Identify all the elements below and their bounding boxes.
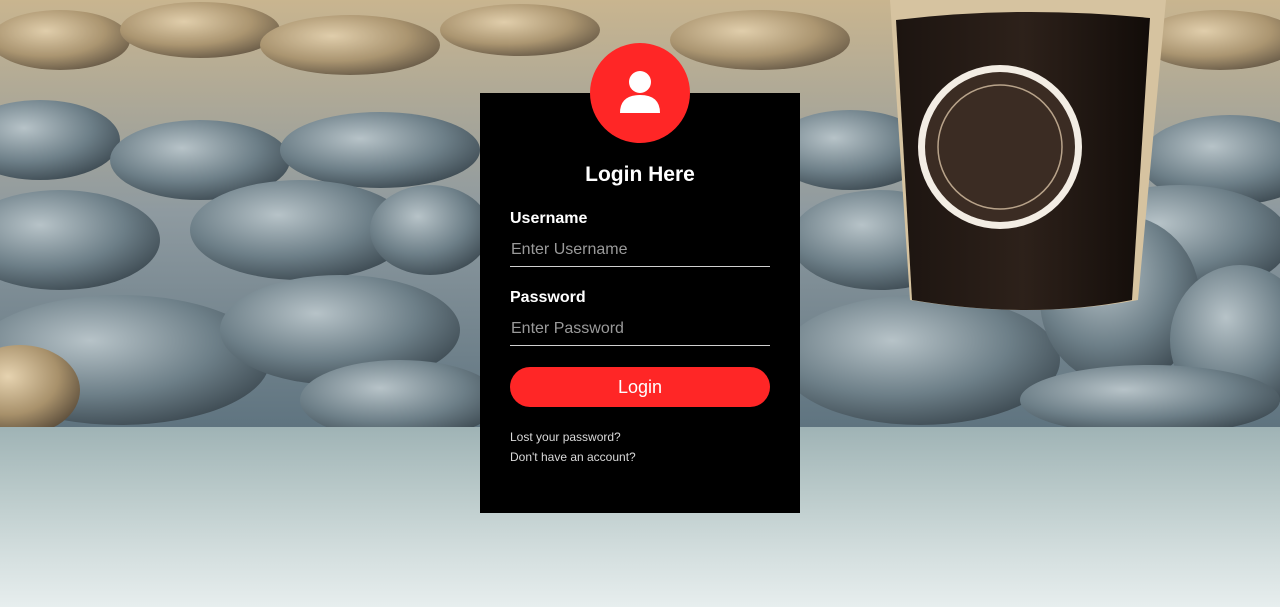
password-input[interactable]: [510, 312, 770, 346]
password-label: Password: [510, 289, 586, 306]
signup-link[interactable]: Don't have an account?: [510, 450, 636, 464]
lost-password-link[interactable]: Lost your password?: [510, 430, 621, 444]
login-title: Login Here: [585, 163, 695, 186]
login-button[interactable]: Login: [510, 367, 770, 407]
user-icon: [620, 71, 660, 113]
username-input[interactable]: [510, 233, 770, 267]
username-label: Username: [510, 210, 588, 227]
login-page: Login Here Username Password Login Lost …: [0, 0, 1280, 607]
avatar: [590, 43, 690, 143]
